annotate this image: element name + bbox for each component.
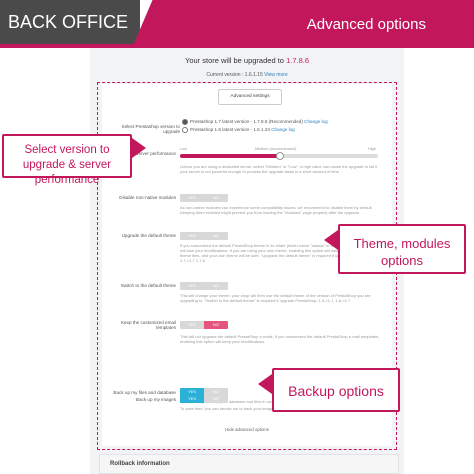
toggle-label: Back up my files and database [113,390,176,395]
toggle-no[interactable]: NO [204,194,228,202]
yes-no-toggle[interactable]: YES NO [180,282,228,290]
toggle-note: As non-native modules can experience som… [180,205,373,215]
header-banner: BACK OFFICE Advanced options [0,0,474,48]
performance-slider-fill [180,154,279,158]
current-version: Current version : 1.6.1.15 View more [206,72,288,78]
callout-version: Select version to upgrade & server perfo… [2,134,132,186]
rollback-section: Rollback information [99,454,399,474]
toggle-label: Disable non-native modules [119,195,176,200]
toggle-no[interactable]: NO [204,232,228,240]
callout-theme: Theme, modules options [338,224,466,274]
toggle-yes[interactable]: YES [180,194,204,202]
toggle-label: Back up my images [135,397,176,402]
toggle-yes[interactable]: YES [180,282,204,290]
callout-version-arrow [132,138,146,158]
yes-no-toggle[interactable]: YES NO [180,232,228,240]
advanced-settings-button[interactable]: Advanced settings [218,89,282,105]
view-more-link[interactable]: View more [264,72,288,78]
perf-level-high: High [368,147,376,151]
version-option-16[interactable]: Prestashop 1.6 latest version - 1.6.1.24… [182,127,295,133]
toggle-yes[interactable]: YES [180,321,204,329]
toggle-yes[interactable]: YES [180,232,204,240]
header-left-title: BACK OFFICE [0,0,140,48]
perf-level-low: Low [180,147,187,151]
version-option-17[interactable]: Prestashop 1.7 latest version - 1.7.8.6 … [182,119,328,125]
target-version: 1.7.8.6 [286,56,309,65]
upgrade-headline: Your store will be upgraded to 1.7.8.6 [185,56,309,65]
toggle-no[interactable]: NO [204,321,228,329]
radio-selected-icon[interactable] [182,119,188,125]
rollback-title: Rollback information [110,461,170,467]
toggle-label: Keep the customized email templates [120,320,176,330]
perf-level-medium: Medium (recommended) [255,147,297,151]
toggle-no[interactable]: NO [204,395,228,403]
performance-slider[interactable] [180,152,378,160]
radio-unselected-icon[interactable] [182,127,188,133]
toggle-yes[interactable]: YES [180,395,204,403]
select-version-label: Select Prestashop version to upgrade [121,124,180,134]
performance-slider-handle[interactable] [276,152,284,160]
toggle-label: Upgrade the default theme [121,233,176,238]
header-right-title: Advanced options [132,0,474,48]
toggle-no[interactable]: NO [204,282,228,290]
changelog-link[interactable]: Change log [271,127,295,132]
hide-advanced-link[interactable]: Hide advanced options [90,427,404,432]
callout-theme-arrow [324,230,338,250]
yes-no-toggle[interactable]: YES NO [180,321,228,329]
yes-no-toggle[interactable]: YES NO [180,194,228,202]
toggle-label: Switch to the default theme [120,283,176,288]
server-performance-note: Unless you are using a dedicated server,… [180,164,378,174]
yes-no-toggle[interactable]: YES NO [180,395,228,403]
callout-backup: Backup options [272,368,400,412]
callout-backup-arrow [258,374,272,394]
toggle-note: This will change your theme: your shop w… [180,293,371,303]
changelog-link[interactable]: Change log [304,119,328,124]
toggle-note: This will not upgrade the default Presta… [180,334,380,344]
